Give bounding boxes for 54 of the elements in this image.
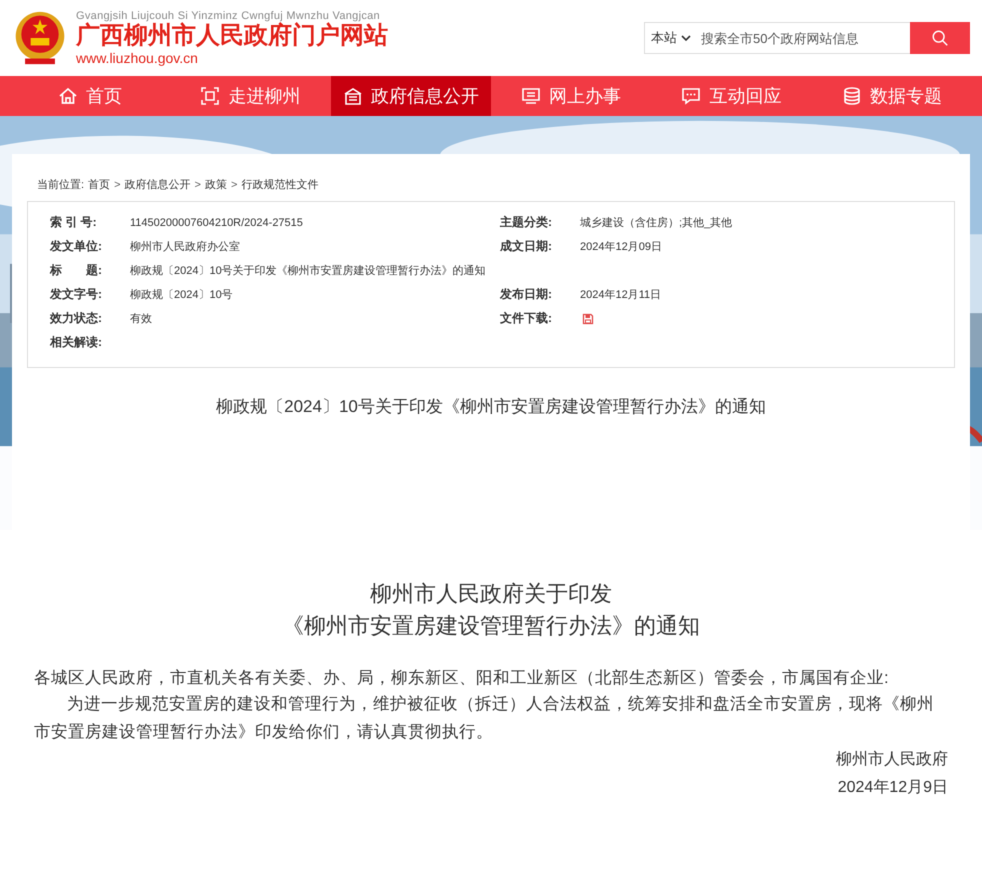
chat-icon [681, 86, 702, 106]
metadata-value: 2024年12月11日 [580, 288, 662, 302]
database-icon [842, 86, 862, 106]
metadata-label: 文件下载: [500, 310, 553, 327]
metadata-value: 城乡建设（含住房）;其他_其他 [580, 216, 732, 230]
metadata-label: 发文字号: [50, 286, 103, 303]
frame-icon [200, 86, 220, 106]
monitor-icon [521, 86, 542, 106]
building-icon [342, 86, 363, 106]
article-heading: 《柳州市安置房建设管理暂行办法》的通知 [282, 612, 700, 640]
metadata-label: 发布日期: [500, 286, 553, 303]
breadcrumb-link[interactable]: 首页 [88, 177, 110, 192]
breadcrumb-link[interactable]: 政策 [204, 177, 227, 192]
breadcrumb-link[interactable]: 政府信息公开 [124, 177, 190, 192]
caret-icon [681, 35, 691, 41]
document-title: 柳政规〔2024〕10号关于印发《柳州市安置房建设管理暂行办法》的通知 [215, 396, 767, 418]
nav-tab[interactable]: 走进柳州 [170, 76, 331, 116]
breadcrumb-label: 当前位置: [37, 178, 84, 192]
signature-date: 2024年12月9日 [836, 778, 948, 798]
site-name: 广西柳州市人民政府门户网站 [76, 22, 388, 50]
metadata-label: 相关解读: [50, 334, 103, 351]
nav-tab[interactable]: 政府信息公开 [330, 76, 491, 116]
metadata-value: 柳政规〔2024〕10号 [130, 288, 233, 302]
search-button[interactable] [910, 22, 970, 54]
scope-dropdown[interactable]: 本站 [644, 22, 697, 54]
metadata-value: 有效 [130, 312, 152, 326]
site-url: www.liuzhou.gov.cn [76, 50, 199, 66]
metadata-value: 11450200007604210R/2024-27515 [130, 216, 303, 228]
nav-tab[interactable]: 数据专题 [812, 76, 972, 116]
metadata-label: 标 题: [50, 262, 103, 279]
signature: 柳州市人民政府 [835, 750, 948, 770]
salutation: 各城区人民政府，市直机关各有关委、办、局，柳东新区、阳和工业新区（北部生态新区）管委会，市属国有企业: [34, 668, 890, 689]
search-field[interactable]: 搜索全市50个政府网站信息 [697, 22, 910, 54]
breadcrumb-separator: > [194, 179, 201, 191]
metadata-label: 主题分类: [500, 214, 553, 231]
nav-tab[interactable]: 首页 [10, 76, 170, 116]
metadata-value: 柳州市人民政府办公室 [130, 240, 240, 254]
metadata-label: 发文单位: [50, 238, 103, 255]
metadata-value: 2024年12月09日 [580, 240, 662, 254]
save-icon[interactable] [582, 312, 594, 324]
breadcrumb-separator: > [230, 179, 238, 191]
paragraph: 为进一步规范安置房的建设和管理行为，维护被征收（拆迁）人合法权益，统筹安排和盘活全市安置房，现将《柳州市安置房建设管理暂行办法》印发给你们，请认真贯彻执行。 [34, 694, 935, 743]
metadata-label: 成文日期: [500, 238, 553, 255]
nav-tab[interactable]: 网上办事 [490, 76, 652, 116]
metadata-label: 索 引 号: [50, 214, 98, 231]
nav-tab[interactable]: 互动回应 [651, 76, 812, 116]
breadcrumb-link[interactable]: 行政规范性文件 [241, 177, 318, 192]
article-heading: 柳州市人民政府关于印发 [370, 580, 612, 608]
breadcrumb-separator: > [114, 179, 120, 191]
search-icon [931, 29, 949, 47]
metadata-label: 效力状态: [50, 310, 103, 327]
metadata-value: 柳政规〔2024〕10号关于印发《柳州市安置房建设管理暂行办法》的通知 [130, 264, 486, 278]
home-icon [58, 86, 78, 106]
site-name-pinyin: Gvangjsih Liujcouh Si Yinzminz Cwngfuj Mwnzhu Vangjcan [76, 10, 381, 22]
